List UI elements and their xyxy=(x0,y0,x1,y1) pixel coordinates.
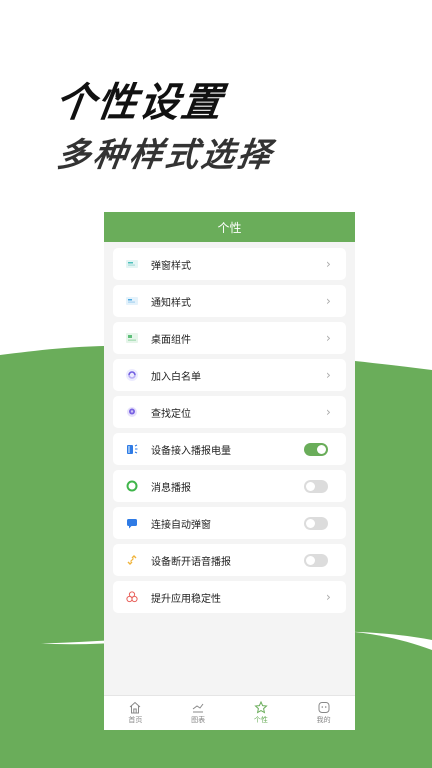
unlink-icon xyxy=(125,553,139,567)
tab-label: 我的 xyxy=(316,716,331,724)
setting-label: 桌面组件 xyxy=(151,334,191,346)
setting-notification-style[interactable]: 通知样式 › xyxy=(113,285,346,317)
personalize-icon xyxy=(254,701,268,714)
chevron-right-icon: › xyxy=(326,405,331,419)
battery-broadcast-toggle[interactable] xyxy=(304,442,328,456)
location-pin-icon xyxy=(125,405,139,419)
tab-label: 个性 xyxy=(253,716,268,724)
setting-label: 消息播报 xyxy=(151,482,191,494)
tab-label: 首页 xyxy=(128,716,143,724)
setting-label: 弹窗样式 xyxy=(151,260,191,272)
setting-label: 查找定位 xyxy=(151,408,191,420)
toggle-knob xyxy=(306,481,315,491)
setting-label: 通知样式 xyxy=(151,297,191,309)
setting-whitelist[interactable]: 加入白名单 › xyxy=(113,359,346,391)
profile-icon xyxy=(318,702,330,713)
chevron-right-icon: › xyxy=(326,294,331,308)
hero-title: 个性设置 xyxy=(52,80,227,126)
chat-bubble-icon xyxy=(125,516,139,530)
toggle-knob xyxy=(317,444,326,454)
setting-connect-battery-broadcast: 设备接入播报电量 xyxy=(113,433,346,465)
popup-window-icon xyxy=(125,257,139,271)
chevron-right-icon: › xyxy=(326,368,331,382)
desktop-widget-icon xyxy=(125,331,139,345)
message-ring-icon xyxy=(125,479,139,493)
auto-popup-toggle[interactable] xyxy=(304,516,328,530)
message-broadcast-toggle[interactable] xyxy=(304,479,328,493)
chevron-right-icon: › xyxy=(326,331,331,345)
battery-speaker-icon xyxy=(125,442,139,456)
whitelist-ring-icon xyxy=(125,368,139,382)
chevron-right-icon: › xyxy=(326,590,331,604)
settings-list: 弹窗样式 › 通知样式 › 桌面组件 › 加入白名单 › 查找定位 › 设备接入… xyxy=(104,242,355,613)
tab-home[interactable]: 首页 xyxy=(104,696,167,730)
notification-card-icon xyxy=(125,294,139,308)
bottom-tab-bar: 首页 图表 个性 我的 xyxy=(104,695,355,730)
stability-circles-icon xyxy=(125,590,139,604)
toggle-knob xyxy=(306,518,315,528)
disconnect-voice-toggle[interactable] xyxy=(304,553,328,567)
tab-chart[interactable]: 图表 xyxy=(167,696,230,730)
toggle-knob xyxy=(306,555,315,565)
setting-connect-auto-popup: 连接自动弹窗 xyxy=(113,507,346,539)
screen-title: 个性 xyxy=(217,220,242,235)
setting-desktop-widget[interactable]: 桌面组件 › xyxy=(113,322,346,354)
tab-label: 图表 xyxy=(191,716,206,724)
setting-app-stability[interactable]: 提升应用稳定性 › xyxy=(113,581,346,613)
setting-popup-style[interactable]: 弹窗样式 › xyxy=(113,248,346,280)
setting-find-location[interactable]: 查找定位 › xyxy=(113,396,346,428)
setting-label: 设备接入播报电量 xyxy=(151,445,231,457)
setting-label: 提升应用稳定性 xyxy=(151,593,221,605)
setting-label: 连接自动弹窗 xyxy=(151,519,211,531)
chevron-right-icon: › xyxy=(326,257,331,271)
chart-icon xyxy=(192,703,204,713)
tab-profile[interactable]: 我的 xyxy=(292,696,355,730)
hero-subtitle: 多种样式选择 xyxy=(54,135,277,174)
setting-message-broadcast: 消息播报 xyxy=(113,470,346,502)
tab-personalize[interactable]: 个性 xyxy=(230,696,293,730)
screen-header: 个性 xyxy=(104,212,355,242)
phone-screen: 个性 弹窗样式 › 通知样式 › 桌面组件 › 加入白名单 › 查找定位 › 设… xyxy=(104,212,355,730)
setting-disconnect-voice-broadcast: 设备断开语音播报 xyxy=(113,544,346,576)
setting-label: 加入白名单 xyxy=(151,371,201,383)
setting-label: 设备断开语音播报 xyxy=(151,556,231,568)
home-icon xyxy=(130,701,141,714)
